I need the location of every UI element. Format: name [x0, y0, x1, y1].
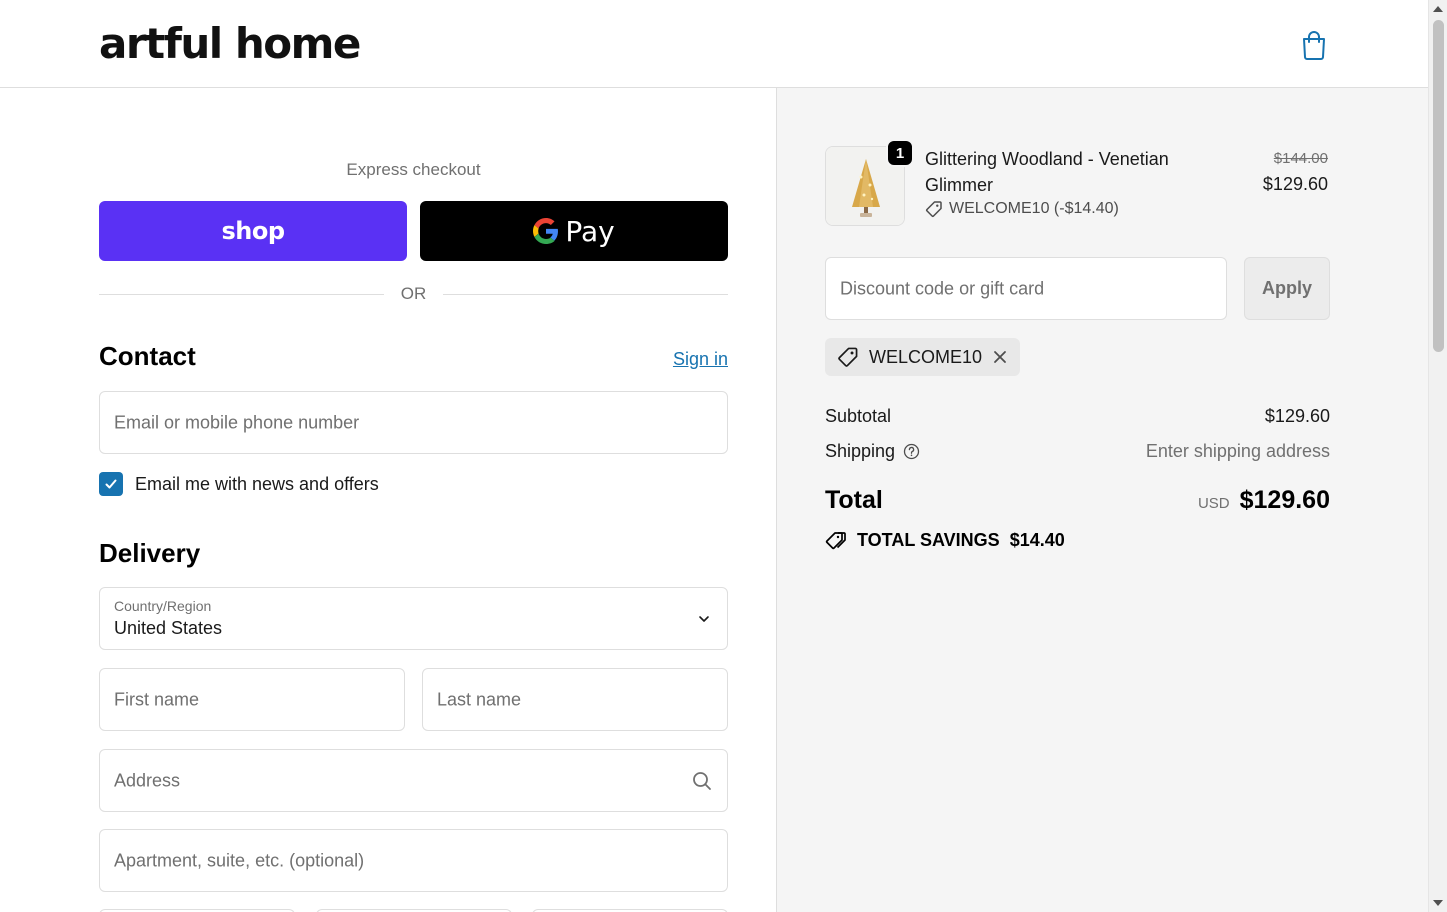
chevron-down-icon	[699, 616, 709, 622]
logo[interactable]: artful home	[99, 20, 361, 68]
newsletter-checkbox[interactable]	[99, 472, 123, 496]
product-name: Glittering Woodland - Venetian Glimmer	[925, 149, 1169, 195]
sign-in-link[interactable]: Sign in	[673, 349, 728, 370]
savings-tag-icon	[825, 531, 846, 549]
discounted-price: $129.60	[1262, 174, 1328, 194]
newsletter-option[interactable]: Email me with news and offers	[99, 472, 379, 496]
first-name-field[interactable]: First name	[99, 668, 405, 731]
discount-code-input[interactable]: Discount code or gift card	[825, 257, 1227, 320]
subtotal-value: $129.60	[1264, 406, 1330, 426]
product-discount: WELCOME10 (-$14.40)	[925, 200, 1119, 218]
shipping-row: Shipping Enter shipping address	[825, 441, 1330, 462]
country-select[interactable]: Country/Region United States	[99, 587, 728, 650]
help-icon[interactable]	[903, 443, 920, 460]
remove-code-icon[interactable]	[992, 349, 1008, 365]
shipping-value: Enter shipping address	[1145, 441, 1330, 461]
shop-pay-label: shop	[221, 217, 285, 245]
total-label: Total	[825, 486, 883, 514]
product-discount-label: WELCOME10 (-$14.40)	[949, 200, 1119, 217]
newsletter-label: Email me with news and offers	[135, 473, 379, 494]
google-pay-label: Pay	[565, 214, 615, 248]
savings-label: TOTAL SAVINGS	[857, 530, 1000, 550]
country-value: United States	[114, 618, 223, 638]
total-currency: USD	[1197, 495, 1230, 512]
total-row: Total USD $129.60	[825, 486, 1330, 515]
scroll-down-icon[interactable]	[1433, 900, 1443, 906]
apartment-field[interactable]: Apartment, suite, etc. (optional)	[99, 829, 728, 892]
subtotal-row: Subtotal $129.60	[825, 406, 1330, 427]
express-checkout-title: Express checkout	[346, 160, 481, 179]
google-g-icon	[533, 218, 559, 244]
original-price: $144.00	[1273, 150, 1328, 167]
order-summary: 1 Glittering Woodland - Venetian Glimmer…	[776, 88, 1428, 912]
applied-code-tag: WELCOME10	[825, 338, 1021, 376]
divider-line	[443, 294, 728, 295]
delivery-title: Delivery	[99, 538, 201, 568]
subtotal-label: Subtotal	[825, 406, 892, 426]
address-placeholder: Address	[114, 770, 181, 790]
tag-icon	[925, 201, 942, 218]
scroll-thumb[interactable]	[1433, 20, 1444, 352]
address-field[interactable]: Address	[99, 749, 728, 812]
total-savings: TOTAL SAVINGS $14.40	[825, 530, 1065, 551]
checkout-form: Express checkout shop Pay OR Contact Sig…	[0, 88, 776, 912]
discount-code-placeholder: Discount code or gift card	[840, 278, 1045, 298]
email-placeholder: Email or mobile phone number	[114, 412, 360, 432]
page-scrollbar[interactable]	[1428, 0, 1447, 912]
search-icon	[693, 772, 711, 790]
scroll-up-icon[interactable]	[1433, 6, 1443, 12]
applied-code-label: WELCOME10	[869, 346, 983, 367]
total-value: $129.60	[1239, 486, 1330, 514]
first-name-placeholder: First name	[114, 689, 200, 709]
apply-button[interactable]: Apply	[1244, 257, 1330, 320]
checkmark-icon	[105, 479, 117, 489]
contact-title: Contact	[99, 341, 196, 371]
tag-icon	[838, 347, 858, 367]
shop-pay-button[interactable]: shop	[99, 201, 407, 261]
or-divider: OR	[99, 284, 728, 304]
savings-value: $14.40	[1009, 530, 1065, 550]
google-pay-button[interactable]: Pay	[420, 201, 728, 261]
shopping-bag-icon[interactable]	[1300, 30, 1328, 60]
shipping-label: Shipping	[825, 441, 896, 461]
email-field[interactable]: Email or mobile phone number	[99, 391, 728, 454]
last-name-placeholder: Last name	[437, 689, 522, 709]
header: artful home	[0, 0, 1428, 88]
apartment-placeholder: Apartment, suite, etc. (optional)	[114, 850, 365, 870]
country-label: Country/Region	[114, 598, 212, 614]
quantity-badge: 1	[886, 139, 914, 167]
last-name-field[interactable]: Last name	[422, 668, 728, 731]
